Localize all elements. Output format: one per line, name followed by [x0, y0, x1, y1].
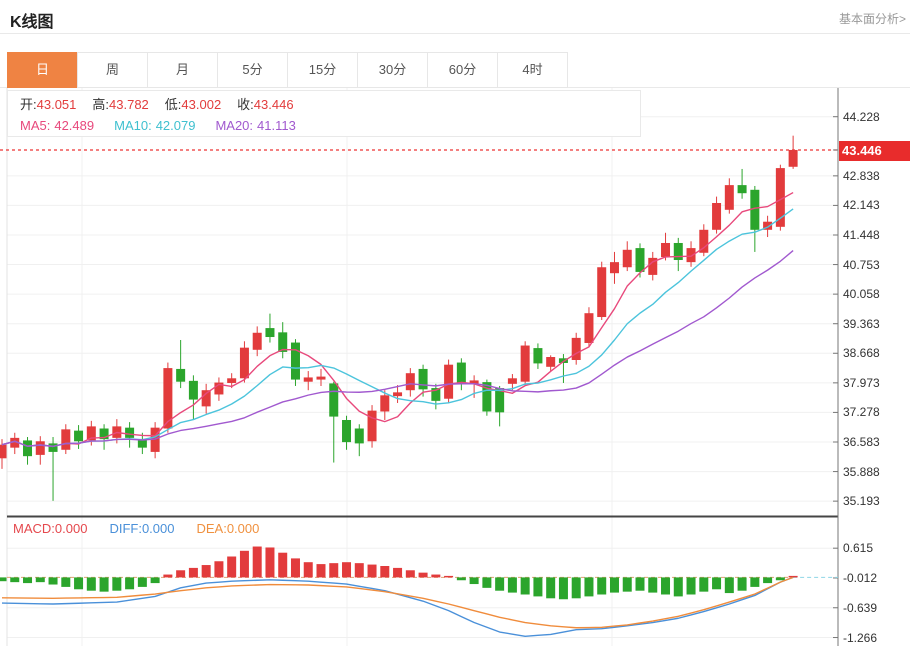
ma-value: 42.489: [54, 118, 94, 133]
macd-values-row: MACD:0.000DIFF:0.000DEA:0.000: [13, 521, 281, 536]
ma5-line: [2, 193, 793, 447]
y-axis-tick-label: 37.278: [843, 404, 907, 420]
current-price-tag: 43.446: [839, 141, 910, 161]
tab-15分[interactable]: 15分: [287, 52, 358, 88]
y-axis-tick-label: 0.615: [843, 540, 907, 556]
timeframe-tabs: 日周月5分15分30分60分4时: [8, 52, 568, 88]
y-axis-tick-label: 41.448: [843, 227, 907, 243]
ohlc-value: 43.051: [37, 97, 77, 112]
ohlc-summary-box: 开:43.051 高:43.782 低:43.002 收:43.446 MA5: 42.…: [7, 90, 641, 137]
ma-value: 41.113: [257, 118, 296, 133]
tab-周[interactable]: 周: [77, 52, 148, 88]
grid-lines: [7, 88, 838, 646]
macd-indicator-label: DEA:: [196, 521, 226, 536]
ohlc-value: 43.002: [181, 97, 221, 112]
y-axis-tick-label: 35.888: [843, 464, 907, 480]
macd-indicator-value: 0.000: [142, 521, 175, 536]
macd-indicator-value: 0.000: [227, 521, 260, 536]
y-axis-tick-label: 40.058: [843, 286, 907, 302]
y-axis-tick-label: 44.228: [843, 109, 907, 125]
ohlc-label: 低:: [165, 97, 182, 112]
ohlc-label: 高:: [92, 97, 109, 112]
tab-月[interactable]: 月: [147, 52, 218, 88]
candles: [0, 136, 798, 501]
macd-indicator-label: DIFF:: [109, 521, 142, 536]
y-axis-tick-label: 42.838: [843, 168, 907, 184]
ohlc-label: 收:: [237, 97, 254, 112]
ohlc-label: 开:: [20, 97, 37, 112]
y-axis-tick-label: 35.193: [843, 493, 907, 509]
ma-label: MA5:: [20, 118, 50, 133]
y-axis-tick-label: -0.639: [843, 600, 907, 616]
macd-histogram: [0, 547, 798, 600]
y-axis-tick-label: 40.753: [843, 257, 907, 273]
ma-row: MA5: 42.489 MA10: 42.079 MA20: 41.113: [20, 115, 640, 136]
tab-4时[interactable]: 4时: [497, 52, 568, 88]
y-axis-tick-label: 42.143: [843, 197, 907, 213]
y-axis-tick-label: -1.266: [843, 630, 907, 646]
y-axis: [833, 88, 838, 646]
ma-label: MA20:: [215, 118, 253, 133]
macd-indicator-label: MACD:: [13, 521, 55, 536]
y-axis-tick-label: 39.363: [843, 316, 907, 332]
ohlc-row: 开:43.051 高:43.782 低:43.002 收:43.446: [20, 94, 640, 115]
kline-app: K线图 基本面分析> 日周月5分15分30分60分4时 开:43.051高:43…: [0, 0, 910, 646]
y-axis-tick-label: 37.973: [843, 375, 907, 391]
ma-label: MA10:: [114, 118, 152, 133]
y-axis-tick-label: 36.583: [843, 434, 907, 450]
tab-30分[interactable]: 30分: [357, 52, 428, 88]
ohlc-value: 43.446: [254, 97, 294, 112]
tab-60分[interactable]: 60分: [427, 52, 498, 88]
ohlc-value: 43.782: [109, 97, 149, 112]
macd-indicator-value: 0.000: [55, 521, 88, 536]
tab-日[interactable]: 日: [7, 52, 78, 88]
y-axis-tick-label: 38.668: [843, 345, 907, 361]
y-axis-tick-label: -0.012: [843, 570, 907, 586]
tab-5分[interactable]: 5分: [217, 52, 288, 88]
ma-value: 42.079: [156, 118, 196, 133]
